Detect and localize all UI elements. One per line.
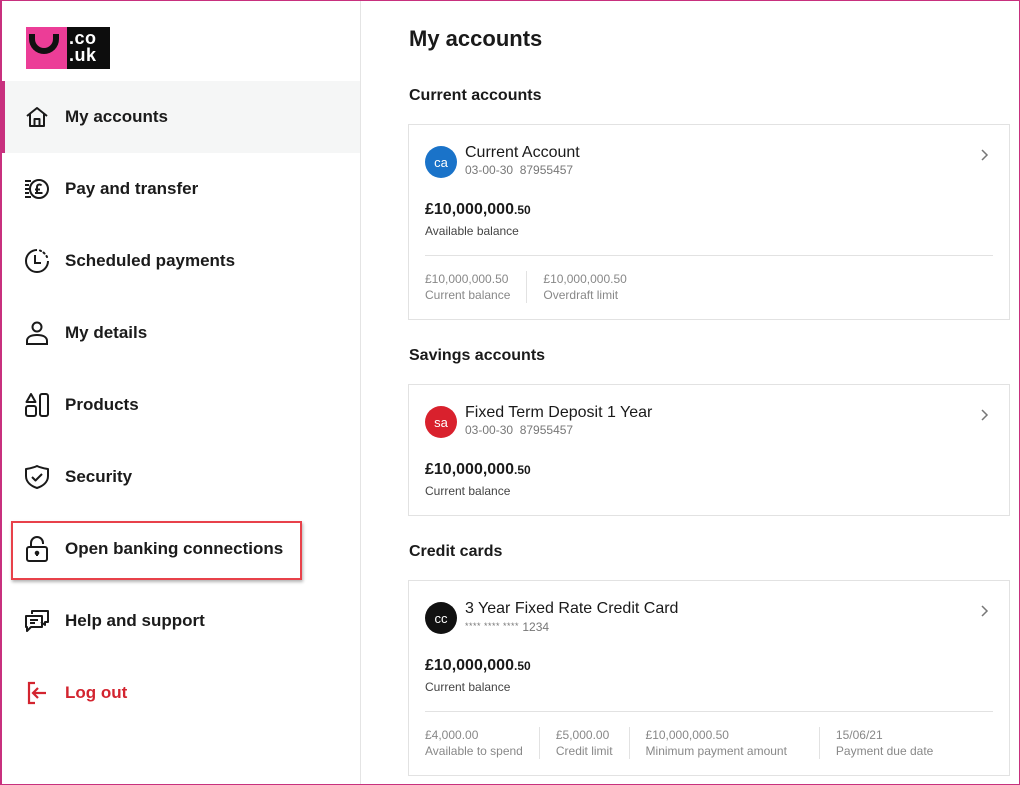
sidebar-item-my-accounts[interactable]: My accounts — [0, 81, 360, 153]
balance-label: Available balance — [425, 224, 519, 238]
stat-value: £10,000,000.50 — [645, 728, 729, 742]
section-title-savings-accounts: Savings accounts — [409, 347, 546, 364]
account-card-fixed-term-deposit[interactable]: sa Fixed Term Deposit 1 Year 03-00-30 87… — [408, 384, 1010, 516]
products-icon — [24, 392, 50, 418]
logo-line-2: .uk — [69, 45, 97, 65]
account-number: 03-00-30 87955457 — [465, 423, 574, 437]
sidebar-item-label: Help and support — [65, 611, 205, 630]
stat-label: Minimum payment amount — [645, 744, 787, 758]
account-card-credit-card[interactable]: cc 3 Year Fixed Rate Credit Card **** **… — [408, 580, 1010, 776]
balance-amount: £10,000,000.50 — [425, 657, 531, 675]
sidebar-item-help-and-support[interactable]: Help and support — [0, 585, 360, 657]
sidebar-item-label: Products — [65, 395, 139, 414]
sidebar-item-log-out[interactable]: Log out — [0, 657, 360, 729]
stat-value: 15/06/21 — [835, 728, 883, 742]
balance-main: £10,000,000 — [425, 461, 514, 478]
home-icon — [24, 104, 50, 130]
sidebar-item-products[interactable]: Products — [0, 369, 360, 441]
stat-label: Credit limit — [555, 744, 613, 758]
logout-icon — [24, 680, 50, 706]
card-stats: £4,000.00 Available to spend £5,000.00 C… — [425, 727, 949, 759]
chevron-right-icon[interactable] — [979, 605, 989, 617]
account-type-badge: cc — [425, 602, 457, 634]
chat-bubbles-icon — [24, 608, 50, 634]
unlocked-padlock-icon — [24, 536, 50, 562]
stat-value: £10,000,000.50 — [543, 272, 627, 286]
balance-pence: .50 — [513, 203, 531, 217]
account-name: Current Account — [465, 144, 580, 161]
balance-pence: .50 — [513, 463, 531, 477]
balance-amount: £10,000,000.50 — [425, 461, 531, 479]
card-divider — [425, 711, 993, 712]
account-number: 03-00-30 87955457 — [465, 163, 574, 177]
person-icon — [24, 320, 50, 346]
stat-payment-due-date: 15/06/21 Payment due date — [818, 727, 949, 759]
balance-main: £10,000,000 — [425, 657, 514, 674]
sidebar-item-my-details[interactable]: My details — [0, 297, 360, 369]
main-content: My accounts Current accounts ca Current … — [361, 0, 1020, 785]
logo-text-block: .co .uk — [67, 27, 110, 69]
account-header: cc 3 Year Fixed Rate Credit Card **** **… — [425, 599, 678, 635]
stat-value: £4,000.00 — [425, 728, 479, 742]
sidebar-item-label: My accounts — [65, 107, 168, 126]
stat-credit-limit: £5,000.00 Credit limit — [538, 727, 629, 759]
sidebar-item-label: Log out — [65, 683, 128, 702]
account-header: ca Current Account 03-00-30 87955457 — [425, 143, 580, 178]
stat-label: Available to spend — [425, 744, 523, 758]
sidebar-item-security[interactable]: Security — [0, 441, 360, 513]
section-title-credit-cards: Credit cards — [409, 543, 503, 560]
sidebar-item-label: Open banking connections — [65, 539, 284, 558]
logo-smile-block — [26, 27, 67, 69]
card-divider — [425, 255, 993, 256]
sidebar-item-label: Pay and transfer — [65, 179, 199, 198]
card-number-masked: **** **** **** — [465, 621, 520, 631]
account-type-badge: ca — [425, 146, 457, 178]
sidebar-item-pay-and-transfer[interactable]: Pay and transfer — [0, 153, 360, 225]
balance-main: £10,000,000 — [425, 201, 514, 218]
sidebar-item-label: Scheduled payments — [65, 251, 236, 270]
stat-label: Current balance — [425, 288, 511, 302]
stat-label: Overdraft limit — [543, 288, 619, 302]
stat-available-to-spend: £4,000.00 Available to spend — [425, 727, 539, 759]
balance-label: Current balance — [425, 680, 511, 694]
stat-value: £10,000,000.50 — [425, 272, 509, 286]
card-number: **** **** **** 1234 — [465, 619, 678, 635]
card-number-last-digits: 1234 — [522, 620, 550, 634]
account-name: Fixed Term Deposit 1 Year — [465, 404, 653, 421]
smile-icon — [29, 34, 59, 54]
stat-current-balance: £10,000,000.50 Current balance — [425, 271, 526, 303]
sidebar-item-open-banking-connections[interactable]: Open banking connections — [0, 513, 360, 585]
sidebar-item-scheduled-payments[interactable]: Scheduled payments — [0, 225, 360, 297]
shield-check-icon — [24, 464, 50, 490]
stat-overdraft-limit: £10,000,000.50 Overdraft limit — [526, 271, 642, 303]
balance-amount: £10,000,000.50 — [425, 201, 531, 219]
stat-label: Payment due date — [835, 744, 934, 758]
page-title: My accounts — [409, 26, 543, 51]
sidebar-item-label: My details — [65, 323, 148, 342]
section-title-current-accounts: Current accounts — [409, 87, 542, 104]
balance-pence: .50 — [513, 659, 531, 673]
pound-coin-icon — [24, 176, 50, 202]
balance-label: Current balance — [425, 484, 511, 498]
chevron-right-icon[interactable] — [979, 409, 989, 421]
account-header: sa Fixed Term Deposit 1 Year 03-00-30 87… — [425, 403, 652, 438]
account-name: 3 Year Fixed Rate Credit Card — [465, 600, 679, 617]
account-stats: £10,000,000.50 Current balance £10,000,0… — [425, 271, 643, 303]
brand-logo[interactable]: .co .uk — [26, 27, 110, 69]
account-card-current-account[interactable]: ca Current Account 03-00-30 87955457 £10… — [408, 124, 1010, 320]
sidebar: .co .uk My accounts Pay and transfer Sch… — [0, 0, 361, 785]
account-type-badge: sa — [425, 406, 457, 438]
sidebar-item-label: Security — [65, 467, 133, 486]
clock-icon — [24, 248, 50, 274]
stat-value: £5,000.00 — [555, 728, 610, 742]
chevron-right-icon[interactable] — [979, 149, 989, 161]
stat-minimum-payment-amount: £10,000,000.50 Minimum payment amount — [628, 727, 819, 759]
sidebar-nav: My accounts Pay and transfer Scheduled p… — [0, 81, 360, 729]
